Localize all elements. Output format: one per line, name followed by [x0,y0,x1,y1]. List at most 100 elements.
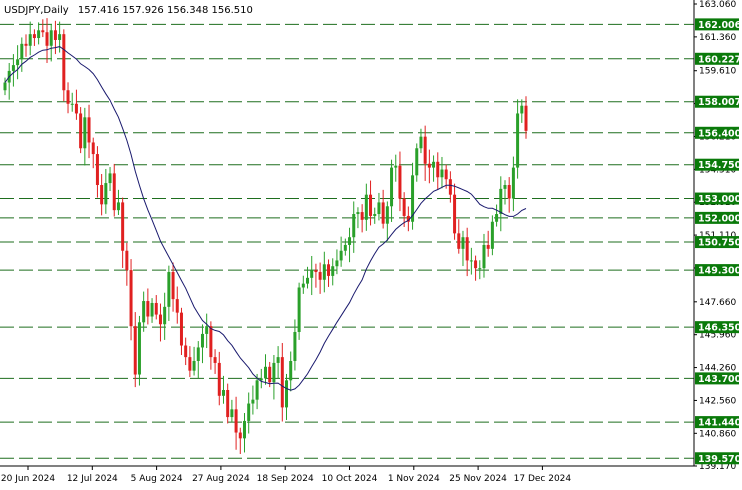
candle-body [226,389,230,418]
candle-body [154,302,158,315]
candle-body [205,326,209,334]
time-tick-label: 17 Dec 2024 [514,474,572,484]
candle-body [83,117,87,149]
candle-body [310,270,314,278]
candle-body [398,165,402,199]
candle-body [474,260,478,269]
candle-body [352,214,356,238]
candle-body [276,357,280,363]
candle-body [192,360,196,371]
candle-body [112,173,116,211]
candle-body [255,380,259,400]
candle-body [108,173,112,184]
candle-body [385,206,389,224]
time-tick-label: 10 Oct 2024 [322,474,378,484]
candle-body [331,266,335,276]
candle-body [524,105,528,131]
candle-body [121,202,125,251]
candle-body [297,287,301,332]
candle-body [402,198,406,216]
time-tick-label: 1 Nov 2024 [388,474,440,484]
price-tick-label: 159.610 [699,67,736,77]
candle-body [478,268,482,270]
candle-body [179,312,183,346]
candle-body [490,221,494,249]
candle-body [66,90,70,104]
level-price-label: 154.750 [698,160,742,171]
candle-body [217,362,221,396]
time-tick-label: 18 Sep 2024 [257,474,314,484]
level-price-label: 160.227 [698,54,741,65]
candle-body [150,302,154,317]
candle-body [289,360,293,381]
candle-body [196,347,200,361]
price-tick-label: 147.660 [699,298,736,308]
candle-body [415,148,419,176]
candle-body [49,30,53,46]
candle-body [285,380,289,408]
candle-body [360,212,364,220]
candle-body [377,202,381,215]
candle-body [16,59,20,66]
candle-body [457,233,461,249]
candle-body [184,345,188,358]
candle-body [280,357,284,408]
ohlc-values: 157.416 157.926 156.348 156.510 [78,5,253,16]
candle-body [318,272,322,280]
candle-body [390,167,394,207]
time-tick-label: 27 Aug 2024 [192,474,250,484]
candle-body [28,34,32,46]
price-tick-label: 140.860 [699,429,736,439]
candle-body [133,326,137,375]
price-chart[interactable]: 163.060161.360159.610157.910156.210154.5… [0,0,742,490]
candle-body [432,161,436,168]
candle-body [448,179,452,195]
candle-body [335,260,339,267]
candle-body [163,306,167,325]
candle-body [247,403,251,421]
level-price-label: 162.006 [698,20,742,31]
candle-body [24,43,28,46]
candle-body [158,314,162,325]
level-price-label: 152.000 [698,213,742,224]
candle-body [74,103,78,114]
candle-body [45,32,49,46]
time-tick-label: 25 Nov 2024 [449,474,507,484]
candle-body [520,105,524,114]
level-price-label: 150.750 [698,238,742,249]
candle-body [339,250,343,261]
candle-body [268,366,272,383]
candle-body [234,409,238,433]
candle-body [167,272,171,307]
candle-body [381,202,385,224]
candle-body [499,188,503,215]
candle-body [423,136,427,164]
candle-body [348,237,352,245]
candle-body [20,43,24,60]
price-tick-label: 144.260 [699,364,736,374]
candle-body [314,270,318,273]
candle-body [11,65,15,71]
price-tick-label: 163.060 [699,0,736,10]
candle-body [3,82,7,91]
candle-body [104,183,108,205]
candle-body [272,362,276,383]
candle-body [53,30,57,40]
candle-body [306,277,310,284]
candle-body [503,185,507,189]
candle-body [516,113,520,168]
candle-body [41,30,45,33]
candle-body [79,113,83,149]
time-tick-label: 5 Aug 2024 [131,474,183,484]
candle-body [37,30,41,39]
candle-body [238,432,242,439]
candle-body [142,301,146,323]
candle-body [87,117,91,143]
candle-body [373,214,377,216]
candle-body [461,237,465,249]
candle-body [495,214,499,222]
candle-body [91,142,95,155]
chart-window[interactable]: 163.060161.360159.610157.910156.210154.5… [0,0,742,490]
time-tick-label: 12 Jul 2024 [67,474,118,484]
candle-body [116,202,120,211]
